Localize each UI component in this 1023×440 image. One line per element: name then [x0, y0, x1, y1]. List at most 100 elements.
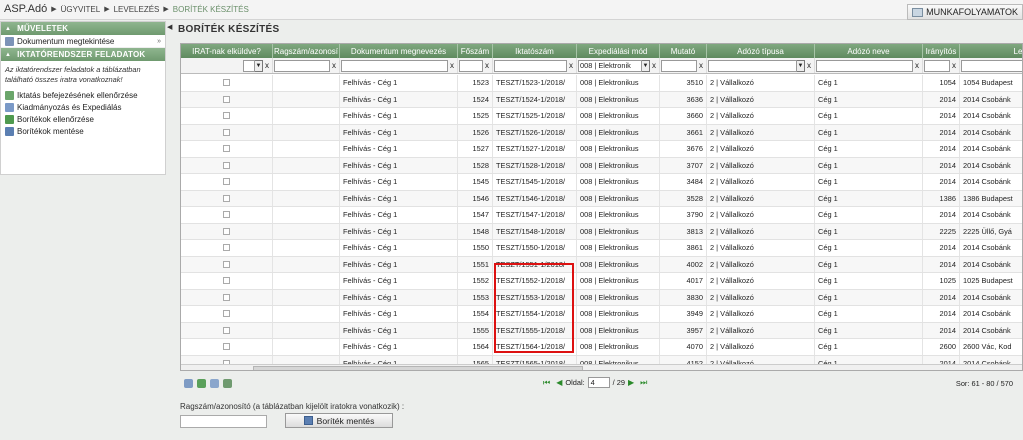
table-row[interactable]: Felhívás - Cég 1 1547 TESZT/1547-1/2018/00…: [181, 207, 1022, 224]
col-header-ragszam[interactable]: Ragszám/azonosí: [273, 44, 340, 58]
export-icon[interactable]: [223, 378, 232, 388]
table-row[interactable]: Felhívás - Cég 1 1528 TESZT/1528-1/2018/00…: [181, 157, 1022, 174]
filter-input[interactable]: [924, 59, 950, 72]
dropdown-icon[interactable]: ▼: [797, 59, 805, 72]
clear-filter-icon[interactable]: x: [448, 61, 456, 70]
link-boritekok-mentese[interactable]: Borítékok mentése: [1, 125, 165, 137]
table-row[interactable]: Felhívás - Cég 1 1525 TESZT/1525-1/2018/00…: [181, 108, 1022, 125]
save-envelope-button[interactable]: Boríték mentés: [285, 413, 393, 428]
col-header-irat[interactable]: IRAT-nak elküldve?: [181, 44, 273, 58]
filter-input[interactable]: [274, 59, 330, 72]
prev-page-icon[interactable]: ◀: [556, 378, 562, 387]
dropdown-icon[interactable]: ▼: [642, 59, 650, 72]
table-row[interactable]: Felhívás - Cég 1 1527 TESZT/1527-1/2018/00…: [181, 141, 1022, 158]
row-checkbox[interactable]: [223, 260, 230, 268]
row-checkbox[interactable]: [223, 145, 230, 153]
table-row[interactable]: Felhívás - Cég 1 1551 TESZT/1551-1/2018/00…: [181, 256, 1022, 273]
cell-iranyitoszam: 2014: [923, 157, 960, 173]
col-header-adozo-neve[interactable]: Adózó neve: [815, 44, 923, 58]
filter-input[interactable]: [961, 59, 1022, 72]
link-label: Borítékok mentése: [17, 126, 84, 136]
row-checkbox[interactable]: [223, 178, 230, 186]
cell-foszam: 1524: [458, 91, 493, 107]
scrollbar-thumb[interactable]: [253, 366, 583, 370]
clear-filter-icon[interactable]: x: [650, 61, 658, 70]
clear-filter-icon[interactable]: x: [330, 61, 338, 70]
row-checkbox[interactable]: [223, 293, 230, 301]
table-row[interactable]: Felhívás - Cég 1 1550 TESZT/1550-1/2018/00…: [181, 240, 1022, 257]
col-header-dokumentum[interactable]: Dokumentum megnevezés: [340, 44, 458, 58]
table-row[interactable]: Felhívás - Cég 1 1564 TESZT/1564-1/2018/00…: [181, 339, 1022, 356]
row-checkbox[interactable]: [223, 161, 230, 169]
next-page-icon[interactable]: ▶: [628, 378, 634, 387]
col-header-adozo-tipusa[interactable]: Adózó típusa: [707, 44, 815, 58]
search-icon[interactable]: [184, 378, 193, 388]
clear-filter-icon[interactable]: x: [263, 61, 271, 70]
table-row[interactable]: Felhívás - Cég 1 1545 TESZT/1545-1/2018/00…: [181, 174, 1022, 191]
chevron-right-icon: »: [157, 37, 161, 45]
row-checkbox[interactable]: [223, 310, 230, 318]
table-row[interactable]: Felhívás - Cég 1 1552 TESZT/1552-1/2018/00…: [181, 273, 1022, 290]
link-iktatas-ellenorzese[interactable]: Iktatás befejezésének ellenőrzése: [1, 89, 165, 101]
filter-input[interactable]: [494, 59, 567, 72]
table-row[interactable]: Felhívás - Cég 1 1546 TESZT/1546-1/2018/00…: [181, 190, 1022, 207]
row-checkbox[interactable]: [223, 194, 230, 202]
row-checkbox[interactable]: [223, 95, 230, 103]
table-row[interactable]: Felhívás - Cég 1 1526 TESZT/1526-1/2018/00…: [181, 124, 1022, 141]
row-checkbox[interactable]: [223, 112, 230, 120]
clear-filter-icon[interactable]: x: [483, 61, 491, 70]
page-input[interactable]: 4: [587, 377, 610, 388]
link-kiadmanyozas[interactable]: Kiadmányozás és Expediálás: [1, 101, 165, 113]
columns-icon[interactable]: [210, 378, 219, 388]
row-checkbox[interactable]: [223, 227, 230, 235]
breadcrumb-levelezes[interactable]: LEVELEZÉS: [114, 5, 160, 14]
filter-input[interactable]: [661, 59, 697, 72]
row-checkbox[interactable]: [223, 326, 230, 334]
filter-input[interactable]: [816, 59, 913, 72]
clear-filter-icon[interactable]: x: [950, 61, 958, 70]
dropdown-icon[interactable]: ▼: [255, 59, 263, 72]
section-iktatorendszer[interactable]: ▲ IKTATÓRENDSZER FELADATOK: [1, 48, 165, 61]
filter-select[interactable]: [708, 59, 797, 72]
refresh-icon[interactable]: [197, 378, 206, 388]
link-boritekok-ellenorzese[interactable]: Borítékok ellenőrzése: [1, 113, 165, 125]
row-checkbox[interactable]: [223, 244, 230, 252]
filter-input[interactable]: [459, 59, 483, 72]
filter-input[interactable]: [341, 59, 448, 72]
filter-select[interactable]: [243, 59, 255, 72]
table-row[interactable]: Felhívás - Cég 1 1555 TESZT/1555-1/2018/00…: [181, 322, 1022, 339]
section-muveletek[interactable]: ▲ MŰVELETEK: [1, 22, 165, 35]
clear-filter-icon[interactable]: x: [913, 61, 921, 70]
table-row[interactable]: Felhívás - Cég 1 1524 TESZT/1524-1/2018/00…: [181, 91, 1022, 108]
filter-select[interactable]: 008 | Elektronik: [578, 59, 642, 72]
row-checkbox[interactable]: [223, 79, 230, 87]
cell-ragszam: [273, 91, 340, 107]
col-header-lev[interactable]: Lev: [960, 44, 1022, 58]
table-row[interactable]: Felhívás - Cég 1 1554 TESZT/1554-1/2018/00…: [181, 306, 1022, 323]
row-checkbox[interactable]: [223, 277, 230, 285]
ragszam-input[interactable]: [180, 415, 267, 428]
cell-lev: 2014 Csobánk: [960, 92, 1022, 108]
row-checkbox[interactable]: [223, 128, 230, 136]
clear-filter-icon[interactable]: x: [567, 61, 575, 70]
first-page-icon[interactable]: ⏮: [543, 378, 550, 388]
col-header-mutato[interactable]: Mutató: [660, 44, 707, 58]
last-page-icon[interactable]: ⏭: [640, 378, 647, 388]
horizontal-scrollbar[interactable]: [181, 364, 1022, 370]
col-header-iranyitoszam[interactable]: Irányítós: [923, 44, 960, 58]
sidebar-item-document-view[interactable]: Dokumentum megtekintése »: [1, 35, 165, 48]
breadcrumb-ugyvitel[interactable]: ÜGYVITEL: [61, 5, 101, 14]
table-row[interactable]: Felhívás - Cég 1 1553 TESZT/1553-1/2018/00…: [181, 289, 1022, 306]
workflow-button[interactable]: MUNKAFOLYAMATOK: [907, 4, 1023, 20]
clear-filter-icon[interactable]: x: [805, 61, 813, 70]
col-header-expedialas[interactable]: Expediálási mód: [577, 44, 660, 58]
collapse-sidebar-icon[interactable]: ◀: [167, 23, 172, 31]
row-checkbox[interactable]: [223, 343, 230, 351]
table-row[interactable]: Felhívás - Cég 1 1523 TESZT/1523-1/2018/00…: [181, 75, 1022, 92]
row-checkbox[interactable]: [223, 211, 230, 219]
col-header-foszam[interactable]: Főszám: [458, 44, 493, 58]
table-row[interactable]: Felhívás - Cég 1 1548 TESZT/1548-1/2018/00…: [181, 223, 1022, 240]
clear-filter-icon[interactable]: x: [697, 61, 705, 70]
app-name[interactable]: ASP.Adó: [4, 3, 47, 15]
col-header-iktatoszam[interactable]: Iktatószám: [493, 44, 577, 58]
